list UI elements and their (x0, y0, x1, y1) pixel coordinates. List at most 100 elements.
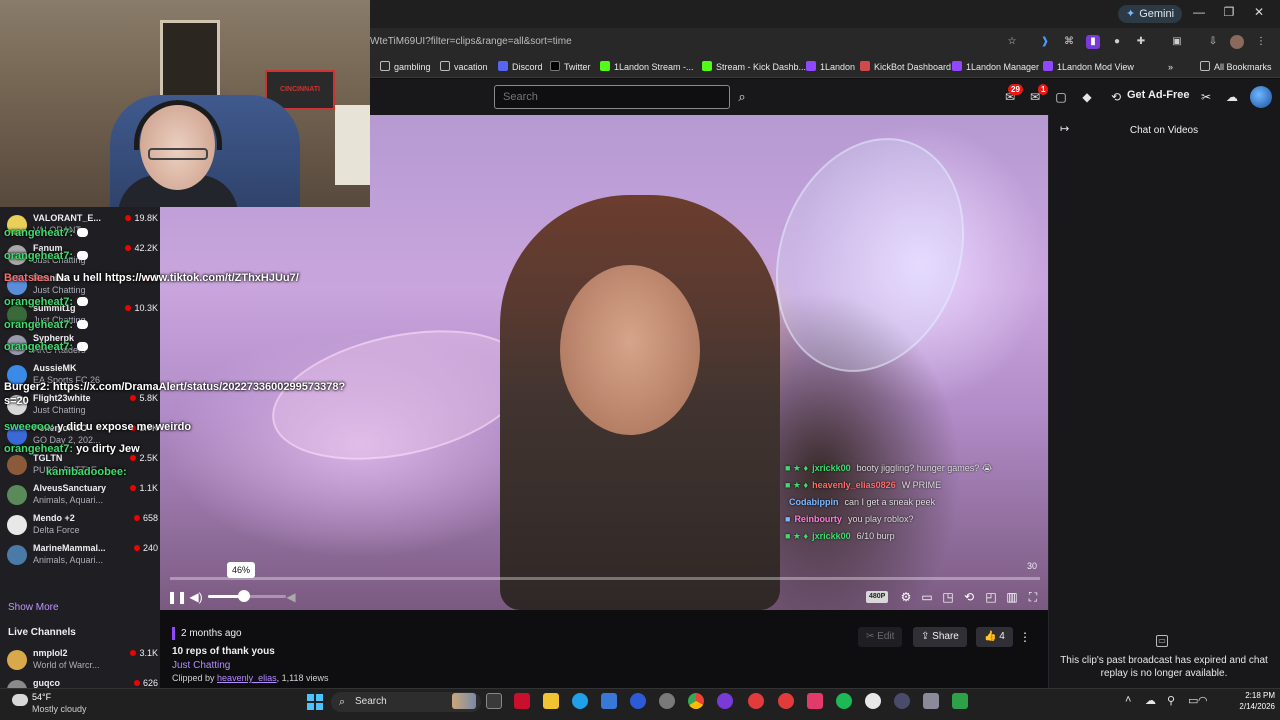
bookmark-folder[interactable]: gambling (380, 60, 431, 74)
store-icon[interactable] (601, 693, 617, 709)
wifi-icon[interactable]: ◠ (1198, 694, 1208, 707)
share-button[interactable]: ⇪ Share (913, 627, 967, 647)
theatre-mode-icon[interactable]: ▭ (919, 589, 935, 605)
bookmark-star-icon[interactable]: ☆ (1005, 35, 1019, 49)
bookmark-kick-stream[interactable]: 1Landon Stream -... (600, 60, 694, 74)
show-more-link[interactable]: Show More (8, 602, 59, 613)
bookmark-discord[interactable]: Discord (498, 60, 543, 74)
bookmark-folder[interactable]: vacation (440, 60, 488, 74)
channel-avatar (7, 650, 27, 670)
settings-gear-icon[interactable]: ⚙ (898, 589, 914, 605)
app-icon[interactable] (952, 693, 968, 709)
rewind-icon[interactable]: ⟲ (961, 589, 977, 605)
volume-icon[interactable]: ◀) (188, 589, 204, 605)
scissors-icon: ✂ (866, 631, 875, 642)
tray-cloud-icon[interactable]: ☁ (1145, 694, 1156, 707)
display-icon[interactable]: ▭ (1188, 694, 1198, 707)
pause-icon[interactable]: ❚❚ (167, 589, 187, 605)
overlay-chat-user: Codabippin (789, 497, 839, 507)
close-icon[interactable]: ✕ (1252, 5, 1266, 19)
clip-icon[interactable]: ◳ (940, 589, 956, 605)
viewer-count: 19.8K (114, 213, 158, 223)
live-channel[interactable]: nmplol2 World of Warcr... 3.1K (0, 645, 160, 675)
bookmark-modview[interactable]: 1Landon Mod View (1043, 60, 1134, 74)
taskbar-clock[interactable]: 2:18 PM 2/14/2026 (1215, 690, 1275, 712)
video-progress-bar[interactable] (170, 577, 1040, 580)
screenshot-icon[interactable]: ▣ (1170, 35, 1184, 49)
bookmark-1landon[interactable]: 1Landon (806, 60, 855, 74)
spotify-icon[interactable] (836, 693, 852, 709)
windows-start-icon[interactable] (307, 694, 323, 710)
overlay-chat-msg: can I get a sneak peek (844, 497, 936, 507)
sidebar-channel[interactable]: AlveusSanctuary Animals, Aquari... 1.1K (0, 480, 160, 510)
more-options-icon[interactable]: ⋮ (1017, 629, 1033, 645)
tray-app-icon[interactable]: ⚲ (1167, 694, 1175, 707)
quality-badge[interactable]: 480P (866, 591, 889, 603)
browser-menu-icon[interactable]: ⋮ (1254, 35, 1268, 49)
user-icon[interactable]: ☁ (1224, 89, 1240, 105)
gemini-button[interactable]: ✦ Gemini (1118, 5, 1183, 23)
app-icon[interactable] (778, 693, 794, 709)
sidebar-toggle-icon[interactable]: ▥ (1004, 589, 1020, 605)
bookmark-label: KickBot Dashboard (874, 62, 952, 72)
sidebar-channel[interactable]: MarineMammal... Animals, Aquari... 240 (0, 540, 160, 570)
extension-icon[interactable]: ✂ (1198, 89, 1214, 105)
bookmark-kickbot[interactable]: KickBot Dashboard (860, 60, 951, 74)
twitch-extension-icon[interactable]: ▮ (1086, 35, 1100, 49)
fullscreen-icon[interactable]: ⛶ (1025, 589, 1041, 605)
chat-panel-title: Chat on Videos (1129, 125, 1199, 136)
search-input[interactable] (494, 85, 730, 109)
search-icon[interactable]: ⌕ (732, 85, 752, 109)
tray-overflow-icon[interactable]: ˄ (1125, 694, 1131, 706)
app-icon[interactable] (923, 693, 939, 709)
sidebar-channel[interactable]: Mendo +2 Delta Force 658 (0, 510, 160, 540)
obs-icon[interactable] (865, 693, 881, 709)
bookmark-twitter[interactable]: Twitter (550, 60, 591, 74)
discord-icon[interactable] (717, 693, 733, 709)
chrome-icon[interactable] (688, 693, 704, 709)
edit-button[interactable]: ✂ Edit (858, 627, 903, 647)
extensions-puzzle-icon[interactable]: ✚ (1134, 35, 1148, 49)
downloads-icon[interactable]: ⇩ (1206, 35, 1220, 49)
profile-avatar[interactable] (1230, 35, 1244, 49)
volume-knob[interactable] (237, 590, 250, 602)
extension-icon[interactable]: ❱ (1038, 35, 1052, 49)
weather-temp: 54°F (32, 692, 52, 702)
app-icon[interactable] (630, 693, 646, 709)
file-explorer-icon[interactable] (543, 693, 559, 709)
all-bookmarks[interactable]: All Bookmarks (1200, 60, 1272, 74)
weather-desc: Mostly cloudy (32, 704, 87, 714)
get-ad-free-button[interactable]: Get Ad-Free (1127, 89, 1190, 101)
url-text[interactable]: WteTiM69UI?filter=clips&range=all&sort=t… (370, 36, 572, 47)
stream-chat-line: Burger2: https://x.com/DramaAlert/status… (4, 380, 364, 408)
minimize-icon[interactable]: — (1192, 5, 1206, 19)
picture-in-picture-icon[interactable]: ◰ (983, 589, 999, 605)
bookmark-kick-dashboard[interactable]: Stream - Kick Dashb... (702, 60, 806, 74)
clipper-link[interactable]: heavenly_elias (217, 673, 277, 683)
like-button[interactable]: 👍 4 (976, 627, 1013, 647)
task-view-icon[interactable] (486, 693, 502, 709)
overlay-chat-user: Reinbourty (794, 514, 842, 524)
whispers-icon[interactable]: ▢ (1053, 89, 1069, 105)
app-icon[interactable] (807, 693, 823, 709)
extension-icon[interactable]: ● (1110, 35, 1124, 49)
settings-icon[interactable] (659, 693, 675, 709)
stream-chat-line: orangeheat7: yo dirty Jew (4, 443, 140, 455)
app-icon[interactable] (514, 693, 530, 709)
app-icon[interactable] (748, 693, 764, 709)
twitch-icon (1043, 61, 1053, 71)
maximize-icon[interactable]: ❐ (1222, 5, 1236, 19)
bookmarks-overflow-icon[interactable]: » (1168, 60, 1173, 74)
extension-icon[interactable]: ⌘ (1062, 35, 1076, 49)
bookmark-manager[interactable]: 1Landon Manager (952, 60, 1039, 74)
volume-max-icon: ◀ (286, 590, 296, 604)
app-icon[interactable] (894, 693, 910, 709)
viewer-count-value: 2.5K (139, 453, 158, 463)
user-avatar[interactable] (1250, 86, 1272, 108)
channel-category: World of Warcr... (33, 660, 100, 670)
clip-category-link[interactable]: Just Chatting (172, 660, 230, 671)
edge-icon[interactable] (572, 693, 588, 709)
bits-icon[interactable]: ◆ (1079, 89, 1095, 105)
badge-icon: ■ ★ ♦ (785, 480, 809, 490)
live-dot-icon (133, 680, 140, 686)
